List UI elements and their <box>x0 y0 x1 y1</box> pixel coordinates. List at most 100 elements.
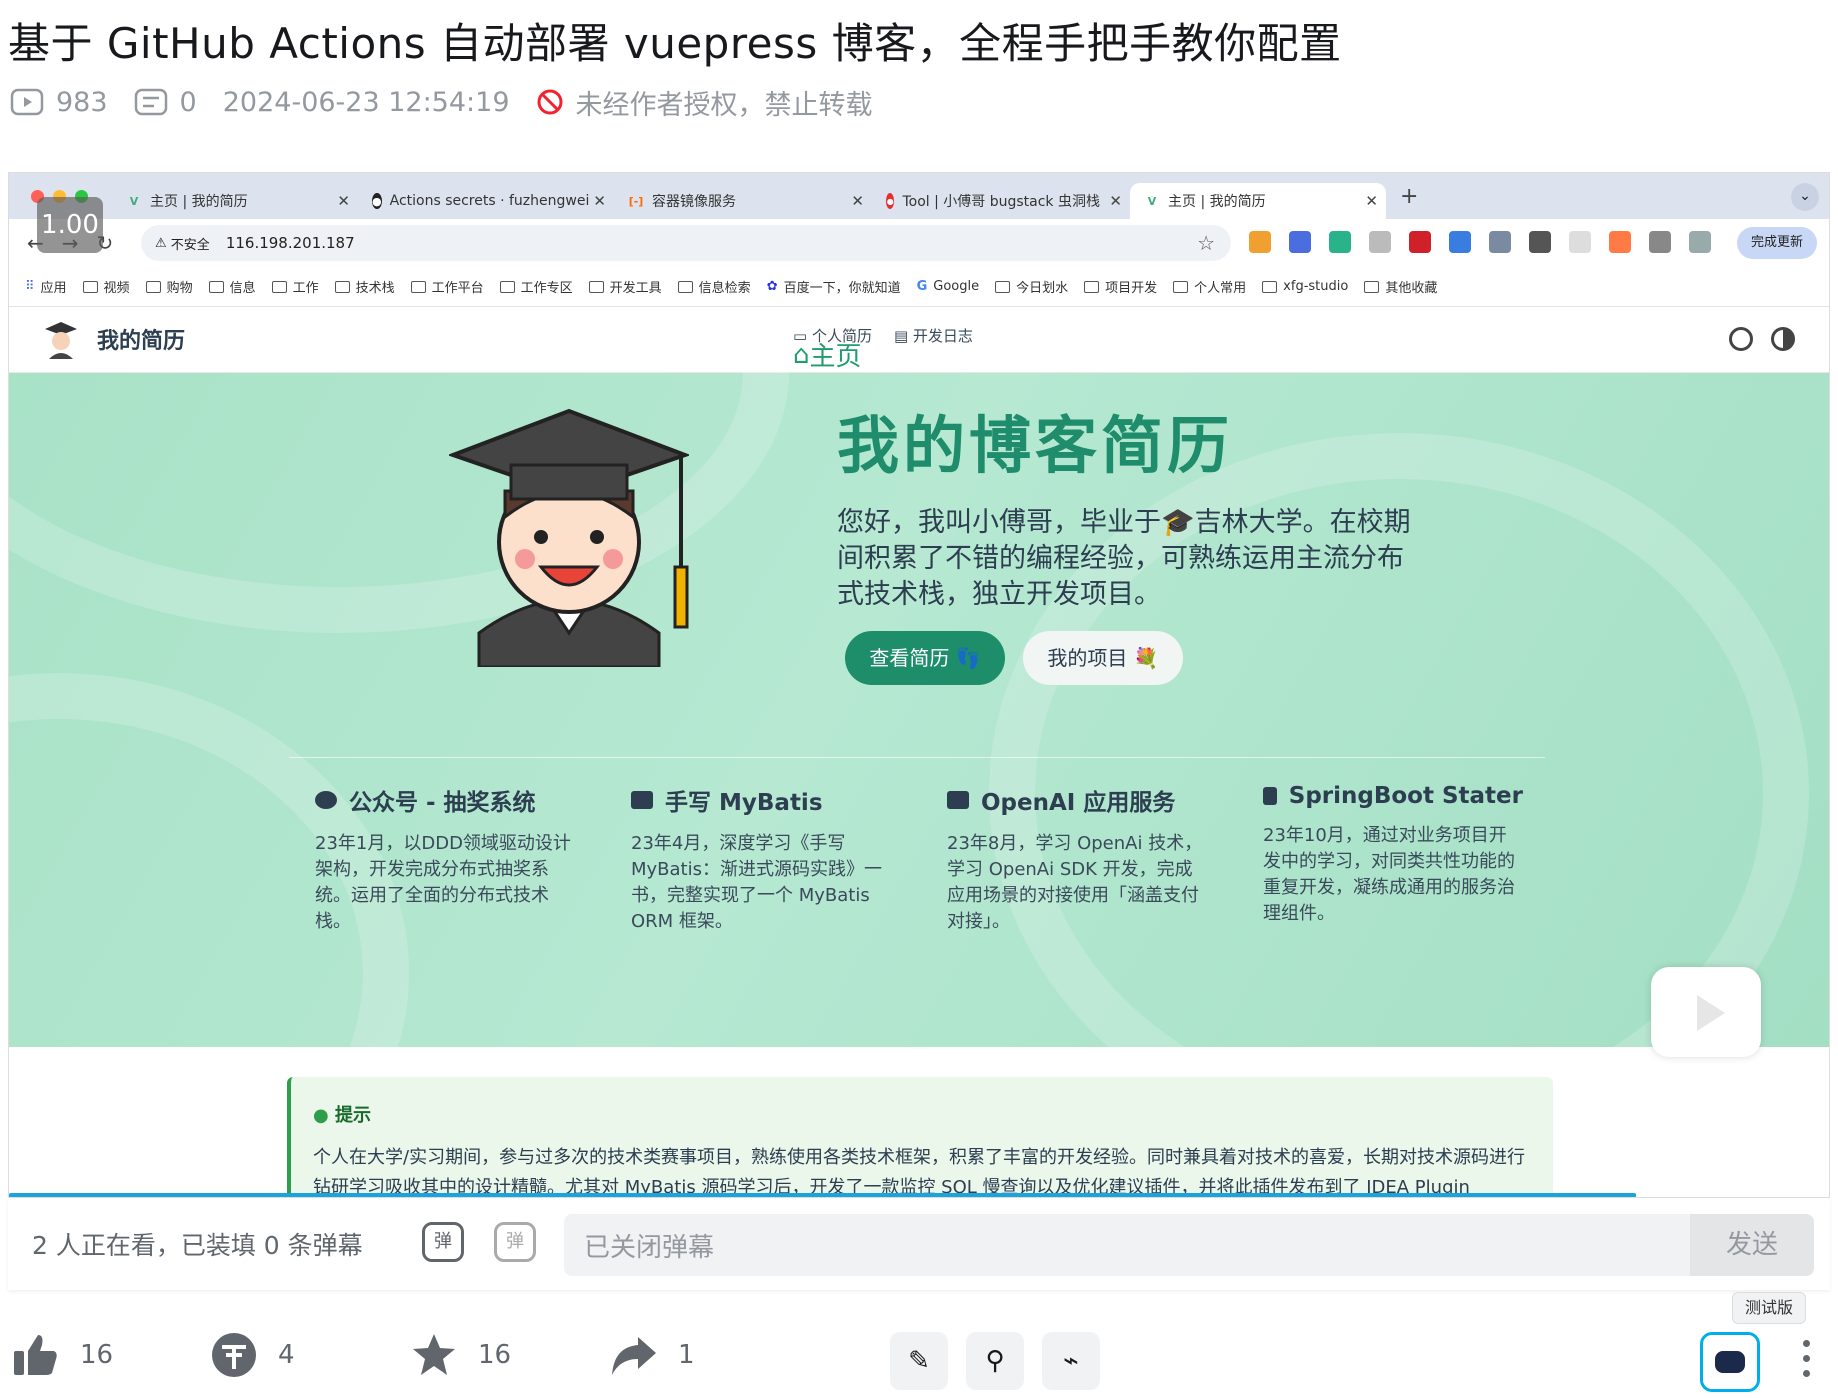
bookmark-folder[interactable]: 信息 <box>208 277 256 296</box>
ai-assistant-icon[interactable] <box>1700 1332 1760 1392</box>
browser-tab-2[interactable]: ● Actions secrets · fuzhengwei ✕ <box>358 183 614 219</box>
feature-card: 手写 MyBatis 23年4月，深度学习《手写 MyBatis：渐进式源码实践… <box>631 783 891 935</box>
note-button[interactable]: ✎ <box>890 1332 948 1390</box>
home-icon: ⌂ <box>793 339 810 370</box>
bookmark-apps[interactable]: ⠿ 应用 <box>25 277 67 296</box>
share-button[interactable]: 1 <box>610 1320 695 1390</box>
nav-devlog[interactable]: ▤ 开发日志 <box>894 325 973 354</box>
coin-count: 4 <box>278 1340 295 1370</box>
extension-icon[interactable] <box>1289 231 1311 253</box>
view-resume-button[interactable]: 查看简历 👣 <box>845 631 1005 685</box>
google-icon: G <box>916 279 928 294</box>
tab-label: 主页 | 我的简历 <box>1168 194 1266 210</box>
tip-box: ● 提示 个人在大学/实习期间，参与过多次的技术类赛事项目，熟练使用各类技术框架… <box>287 1077 1553 1197</box>
bookmark-folder[interactable]: 个人常用 <box>1173 277 1246 296</box>
share-count: 1 <box>678 1340 695 1370</box>
bookmark-folder[interactable]: 技术栈 <box>334 277 395 296</box>
danmaku-input[interactable]: 已关闭弹幕 发送 <box>564 1214 1814 1276</box>
extension-icon[interactable] <box>1249 231 1271 253</box>
playback-speed[interactable]: 1.00 <box>37 197 103 253</box>
extension-icon[interactable] <box>1369 231 1391 253</box>
browser-tab-5[interactable]: V 主页 | 我的简历 ✕ <box>1130 183 1386 219</box>
close-tab-icon[interactable]: ✕ <box>1365 192 1378 210</box>
columns-icon <box>1263 787 1277 805</box>
extension-icon[interactable] <box>1409 231 1431 253</box>
action-bar: 16 4 16 1 ✎ ⚲ ⌁ <box>0 1320 1838 1390</box>
theme-toggle-icon[interactable] <box>1771 327 1795 351</box>
bookmark-folder[interactable]: 购物 <box>145 277 193 296</box>
tab-search-icon[interactable]: ⌄ <box>1791 183 1819 211</box>
feature-title: 手写 MyBatis <box>665 790 823 816</box>
new-tab-icon[interactable]: + <box>1400 184 1418 209</box>
extension-icon[interactable] <box>1449 231 1471 253</box>
extension-icon[interactable] <box>1529 231 1551 253</box>
github-icon[interactable] <box>1729 327 1753 351</box>
webpage: 我的简历 ⌂ 主页 ▭ 个人简历 ▤ 开发日志 我的博客简历 您好，我叫小傅哥，… <box>9 307 1829 1197</box>
bookmark-folder[interactable]: 其他收藏 <box>1364 277 1437 296</box>
views-stat: 983 <box>10 87 108 118</box>
browser-tab-3[interactable]: [-] 容器镜像服务 ✕ <box>614 183 872 219</box>
folder-icon <box>208 280 224 293</box>
bugstack-icon: ● <box>886 193 895 209</box>
more-options-icon[interactable] <box>1800 1332 1812 1392</box>
bookmark-folder[interactable]: 工作平台 <box>410 277 484 296</box>
bookmark-folder[interactable]: 开发工具 <box>588 277 662 296</box>
close-tab-icon[interactable]: ✕ <box>593 192 606 210</box>
tab-label: Tool | 小傅哥 bugstack 虫洞栈 <box>902 194 1100 210</box>
video-player[interactable]: V 主页 | 我的简历 ✕ ● Actions secrets · fuzhengwe… <box>8 172 1830 1198</box>
bookmark-folder[interactable]: 工作专区 <box>499 277 573 296</box>
bookmark-folder[interactable]: 工作 <box>271 277 319 296</box>
columns-icon <box>947 791 969 809</box>
bookmark-star-icon[interactable]: ☆ <box>1197 231 1215 255</box>
send-button[interactable]: 发送 <box>1690 1214 1814 1276</box>
feature-desc: 23年1月，以DDD领域驱动设计架构，开发完成分布式抽奖系统。运用了全面的分布式… <box>315 833 571 932</box>
folder-icon <box>82 280 98 293</box>
bookmark-folder[interactable]: 信息检索 <box>677 277 751 296</box>
bookmark-folder[interactable]: xfg-studio <box>1262 279 1348 294</box>
extension-icon[interactable] <box>1569 231 1591 253</box>
address-bar[interactable]: ⚠ 不安全 116.198.201.187 ☆ <box>141 225 1231 261</box>
update-button[interactable]: 完成更新 <box>1736 227 1817 259</box>
danmaku-settings-icon[interactable]: 弹 <box>494 1222 536 1262</box>
extension-icon[interactable] <box>1329 231 1351 253</box>
coin-icon <box>212 1333 256 1377</box>
folder-icon <box>1173 280 1189 293</box>
bookmark-folder[interactable]: 视频 <box>82 277 130 296</box>
doc-icon: ▤ <box>893 327 913 345</box>
security-indicator[interactable]: ⚠ 不安全 <box>155 234 210 253</box>
beta-badge: 测试版 <box>1732 1292 1806 1324</box>
url-text[interactable]: 116.198.201.187 <box>226 234 355 252</box>
star-icon <box>413 1334 455 1375</box>
close-tab-icon[interactable]: ✕ <box>337 192 350 210</box>
copyright-notice: 未经作者授权，禁止转载 <box>536 83 873 122</box>
my-projects-button[interactable]: 我的项目 💐 <box>1023 631 1183 685</box>
extension-icon[interactable] <box>1609 231 1631 253</box>
close-tab-icon[interactable]: ✕ <box>1109 192 1122 210</box>
baidu-icon: ✿ <box>766 279 778 294</box>
avatar[interactable] <box>1689 231 1711 253</box>
favorite-button[interactable]: 16 <box>410 1320 511 1390</box>
pin-button[interactable]: ⚲ <box>966 1332 1024 1390</box>
bookmark-google[interactable]: G Google <box>917 279 980 294</box>
views-count: 983 <box>56 86 108 118</box>
warning-icon: ⚠ <box>155 235 171 251</box>
extension-icon[interactable] <box>1489 231 1511 253</box>
like-button[interactable]: 16 <box>12 1320 113 1390</box>
close-tab-icon[interactable]: ✕ <box>851 192 864 210</box>
browser-tab-1[interactable]: V 主页 | 我的简历 ✕ <box>112 183 358 219</box>
browser-tab-4[interactable]: ● Tool | 小傅哥 bugstack 虫洞栈 ✕ <box>872 183 1130 219</box>
video-meta: 983 0 2024-06-23 12:54:19 未经作者授权，禁止转载 <box>10 82 899 122</box>
feature-card: 公众号 - 抽奖系统 23年1月，以DDD领域驱动设计架构，开发完成分布式抽奖系… <box>315 783 575 935</box>
bookmark-folder[interactable]: 今日划水 <box>995 277 1068 296</box>
coin-button[interactable]: 4 <box>210 1320 295 1390</box>
share-arrow-icon <box>612 1337 656 1375</box>
danmaku-toggle-icon[interactable]: 弹 <box>422 1222 464 1262</box>
browser-tab-strip: V 主页 | 我的简历 ✕ ● Actions secrets · fuzhengwe… <box>9 173 1829 219</box>
navbar-actions <box>1729 327 1795 351</box>
bookmark-folder[interactable]: 项目开发 <box>1084 277 1157 296</box>
like-count: 16 <box>80 1340 114 1370</box>
stats-button[interactable]: ⌁ <box>1042 1332 1100 1390</box>
bilibili-play-icon[interactable] <box>1651 967 1761 1057</box>
puzzle-icon[interactable] <box>1649 231 1671 253</box>
bookmark-baidu[interactable]: ✿ 百度一下，你就知道 <box>767 277 901 296</box>
